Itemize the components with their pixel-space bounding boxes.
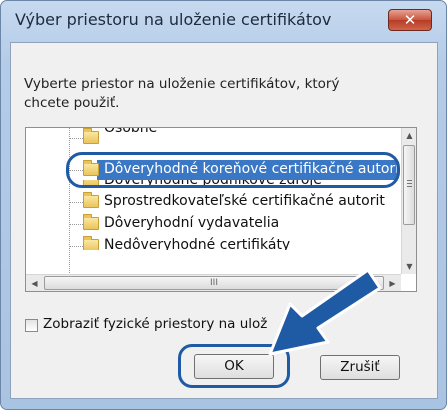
show-physical-stores-label[interactable]: Zobraziť fyzické priestory na ulož (43, 316, 267, 332)
grip-line (407, 183, 412, 184)
title-bar[interactable]: Výber priestoru na uloženie certifikátov… (1, 1, 446, 41)
tree-item-intermediate[interactable]: Sprostredkovateľské certifikačné autorit (26, 192, 406, 212)
tree-connector (69, 202, 83, 203)
grip-line (407, 186, 412, 187)
folder-icon (83, 214, 99, 230)
folder-icon (83, 236, 99, 250)
tree-item-label: Nedôveryhodné certifikáty (104, 237, 291, 250)
tree-connector (69, 138, 83, 139)
scroll-down-arrow-icon[interactable]: ▼ (402, 259, 416, 274)
tree-item-untrusted[interactable]: Nedôveryhodné certifikáty (26, 236, 406, 250)
vertical-scroll-thumb[interactable] (403, 145, 415, 225)
grip-line (407, 180, 412, 181)
tree-item-trusted-publishers[interactable]: Dôveryhodní vydavatelia (26, 214, 406, 234)
close-button[interactable]: ✕ (388, 9, 432, 31)
scroll-up-arrow-icon[interactable]: ▲ (402, 128, 416, 143)
tree-connector (69, 246, 83, 247)
tree-item-label: Sprostredkovateľské certifikačné autorit (104, 193, 385, 209)
pointer-arrow-icon (268, 268, 382, 356)
folder-icon (83, 192, 99, 208)
tree-item-label: Osobné (104, 127, 158, 136)
vertical-scrollbar[interactable]: ▲ ▼ (401, 128, 416, 274)
show-physical-stores-checkbox[interactable] (25, 319, 38, 332)
prompt-text: Vyberte priestor na uloženie certifikáto… (24, 76, 340, 111)
tree-item-label: Dôveryhodní vydavatelia (104, 215, 280, 231)
callout-highlight-ring (66, 152, 400, 188)
folder-icon (83, 128, 99, 144)
tree-connector (69, 224, 83, 225)
scroll-left-arrow-icon[interactable]: ◀ (26, 275, 43, 291)
tree-item-personal[interactable]: Osobné (26, 128, 406, 148)
dialog-title: Výber priestoru na uloženie certifikátov (15, 10, 332, 29)
